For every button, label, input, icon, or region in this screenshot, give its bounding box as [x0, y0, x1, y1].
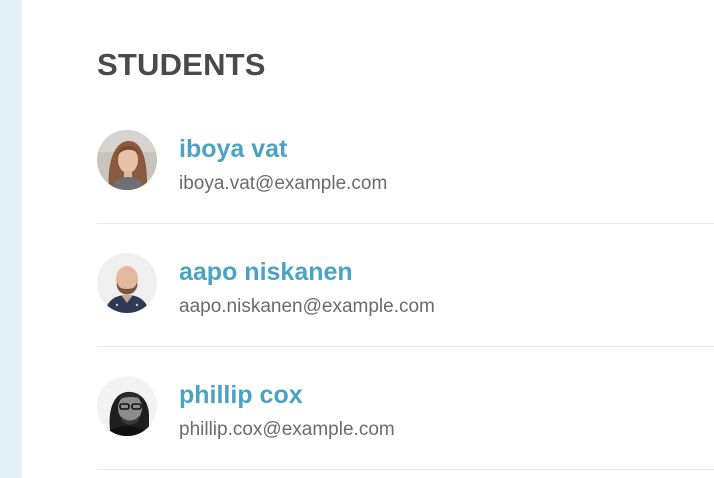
sidebar-edge [0, 0, 22, 478]
avatar[interactable] [97, 253, 157, 313]
student-list: iboya vat iboya.vat@example.com aapo nis… [97, 101, 714, 470]
students-page: STUDENTS iboya vat iboya.vat@example.com… [0, 0, 714, 478]
student-email: iboya.vat@example.com [179, 173, 388, 194]
student-email: aapo.niskanen@example.com [179, 296, 435, 317]
student-name-link[interactable]: phillip cox [179, 381, 303, 410]
avatar[interactable] [97, 130, 157, 190]
student-email: phillip.cox@example.com [179, 419, 395, 440]
page-title: STUDENTS [97, 47, 266, 82]
list-item: iboya vat iboya.vat@example.com [97, 101, 714, 224]
student-name-link[interactable]: iboya vat [179, 135, 287, 164]
list-item: aapo niskanen aapo.niskanen@example.com [97, 224, 714, 347]
list-item: phillip cox phillip.cox@example.com [97, 347, 714, 470]
student-name-link[interactable]: aapo niskanen [179, 258, 353, 287]
avatar[interactable] [97, 376, 157, 436]
